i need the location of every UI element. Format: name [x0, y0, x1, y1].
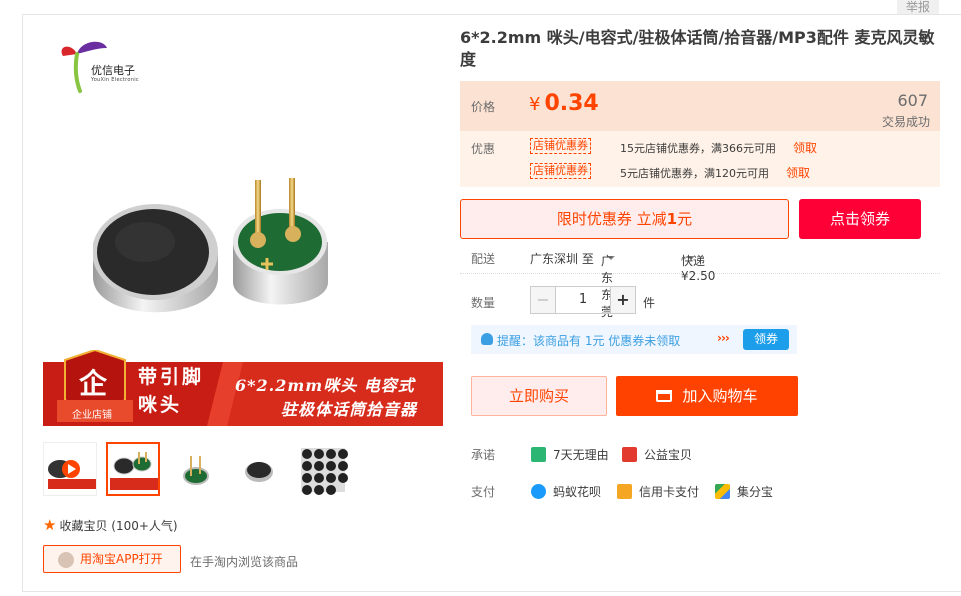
- quantity-input[interactable]: 1: [555, 286, 611, 314]
- limited-coupon-prefix: 限时优惠券 立减: [556, 210, 667, 228]
- price-panel: 价格 ¥0.34 607 交易成功 优惠 店铺优惠券 15元店铺优惠券，满366…: [460, 81, 940, 187]
- cart-icon: [656, 390, 673, 402]
- payment-item-label: 信用卡支付: [639, 485, 700, 499]
- promise-7day-return[interactable]: 7天无理由: [531, 446, 609, 463]
- coupon-reminder: 提醒：该商品有 1元 优惠券未领取 ››› 领券: [471, 325, 797, 354]
- limited-coupon-suffix: 元: [677, 210, 693, 228]
- brand-subtitle: YouXin Electronic: [91, 77, 139, 83]
- shipping-label: 配送: [471, 252, 496, 266]
- add-to-cart-label: 加入购物车: [682, 387, 758, 405]
- shipping-row: 配送 广东深圳 至 广东东莞 快递 ¥2.50: [460, 248, 940, 319]
- add-to-cart-button[interactable]: 加入购物车: [616, 376, 798, 416]
- bell-icon: [481, 333, 493, 345]
- seven-day-icon: [531, 447, 546, 462]
- product-title: 6*2.2mm 咪头/电容式/驻极体话筒/拾音器/MP3配件 麦克风灵敏度: [460, 28, 935, 69]
- currency-symbol: ¥: [529, 94, 541, 115]
- banner-text-line2: 咪头: [138, 394, 183, 416]
- quantity-stepper: − 1 +: [530, 286, 636, 314]
- microphone-photo: [93, 178, 328, 313]
- favorite-button[interactable]: ★ 收藏宝贝 (100+人气): [43, 516, 178, 534]
- payment-label: 支付: [471, 485, 496, 499]
- quantity-decrease-button[interactable]: −: [530, 286, 556, 314]
- payment-huabei[interactable]: 蚂蚁花呗: [531, 483, 601, 500]
- shipping-from: 广东深圳 至: [530, 252, 594, 266]
- sold-count: 607: [897, 91, 928, 110]
- star-icon: ★: [43, 516, 57, 534]
- banner-text-line1: 带引脚: [138, 366, 205, 388]
- arrows-icon: ›››: [717, 331, 730, 345]
- buy-now-button[interactable]: 立即购买: [471, 376, 607, 416]
- shop-coupon-text-1: 15元店铺优惠券，满366元可用: [620, 142, 776, 155]
- open-in-app-button[interactable]: 用淘宝APP打开: [43, 545, 181, 573]
- favorite-label: 收藏宝贝 (100+人气): [59, 519, 178, 533]
- limited-time-coupon[interactable]: 限时优惠券 立减1元: [460, 199, 789, 239]
- brand-name: 优信电子: [91, 64, 135, 77]
- enterprise-badge-char: 企: [79, 367, 108, 400]
- thumbnail-5[interactable]: [295, 442, 349, 496]
- shipping-method: 快递 ¥2.50: [681, 254, 716, 283]
- price-label: 价格: [471, 100, 496, 114]
- enterprise-badge-text: 企业店铺: [72, 410, 112, 421]
- payment-item-label: 集分宝: [737, 485, 774, 499]
- quantity-label: 数量: [471, 296, 496, 310]
- price-amount: 0.34: [544, 91, 599, 116]
- get-coupon-button[interactable]: 点击领券: [799, 199, 921, 239]
- charity-heart-icon: [622, 447, 637, 462]
- quantity-increase-button[interactable]: +: [610, 286, 636, 314]
- shipping-destination-select[interactable]: 广东东莞: [601, 250, 615, 319]
- claim-reminder-button[interactable]: 领券: [743, 329, 789, 350]
- thumbnail-3[interactable]: [169, 442, 223, 496]
- open-in-app-label: 用淘宝APP打开: [80, 552, 163, 566]
- promise-charity[interactable]: 公益宝贝: [622, 446, 692, 463]
- claim-coupon-link-2[interactable]: 领取: [786, 164, 810, 181]
- price-row: 价格 ¥0.34 607 交易成功: [460, 81, 940, 131]
- shop-coupon-text-2: 5元店铺优惠券，满120元可用: [620, 167, 769, 180]
- taobao-app-icon: [58, 552, 74, 568]
- promise-item-label: 7天无理由: [553, 448, 609, 462]
- payment-item-label: 蚂蚁花呗: [553, 485, 602, 499]
- price-value: ¥0.34: [529, 91, 599, 116]
- claim-coupon-link-1[interactable]: 领取: [793, 139, 817, 156]
- shop-coupon-tag-1: 店铺优惠券: [530, 138, 591, 154]
- quantity-unit: 件: [643, 296, 656, 310]
- open-in-app-note: 在手淘内浏览该商品: [190, 555, 299, 569]
- thumbnail-2[interactable]: [106, 442, 160, 496]
- promise-item-label: 公益宝贝: [644, 448, 693, 462]
- banner-title-line2: 驻极体话筒拾音器: [281, 400, 418, 419]
- payment-jifenbao[interactable]: 集分宝: [715, 483, 773, 500]
- shipping-method-select[interactable]: 快递 ¥2.50: [681, 250, 715, 283]
- reminder-text: 提醒：该商品有 1元 优惠券未领取: [497, 334, 681, 348]
- credit-card-icon: [617, 484, 632, 499]
- promo-label: 优惠: [471, 142, 496, 156]
- promise-label: 承诺: [471, 448, 496, 462]
- report-link[interactable]: 举报: [897, 0, 939, 14]
- sold-label: 交易成功: [881, 115, 930, 129]
- product-banner: 企 企业店铺 带引脚 咪头 6*2.2mm咪头 电容式 驻极体话筒拾音器: [43, 350, 443, 427]
- jifenbao-icon: [715, 484, 730, 499]
- thumbnail-4[interactable]: [232, 442, 286, 496]
- shop-coupon-tag-2: 店铺优惠券: [530, 163, 591, 179]
- payment-credit-card[interactable]: 信用卡支付: [617, 483, 699, 500]
- limited-coupon-amount: 1: [666, 210, 678, 228]
- main-product-image[interactable]: 优信电子 YouXin Electronic 企 企业店铺 带引脚 咪头 6*2…: [43, 22, 443, 427]
- banner-title-line1: 6*2.2mm咪头 电容式: [235, 376, 415, 395]
- thumbnail-video[interactable]: [43, 442, 97, 496]
- huabei-icon: [531, 484, 546, 499]
